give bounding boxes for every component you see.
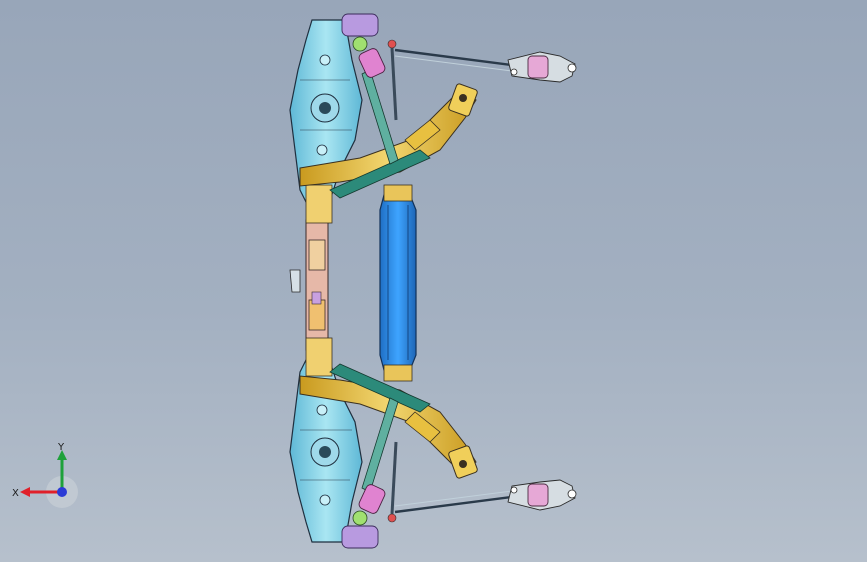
x-axis-label: X [12, 488, 19, 499]
z-axis-dot [57, 487, 67, 497]
lower-mount-bracket[interactable] [507, 479, 577, 511]
upper-mount-bracket[interactable] [507, 51, 577, 83]
cad-3d-viewport[interactable]: Y X [0, 0, 867, 562]
coordinate-triad-icon: Y X [12, 442, 78, 508]
center-crossmember[interactable] [289, 219, 329, 351]
y-axis-label: Y [57, 442, 65, 453]
subframe-beam[interactable] [379, 184, 417, 382]
rear-suspension-assembly-model[interactable] [0, 0, 867, 562]
